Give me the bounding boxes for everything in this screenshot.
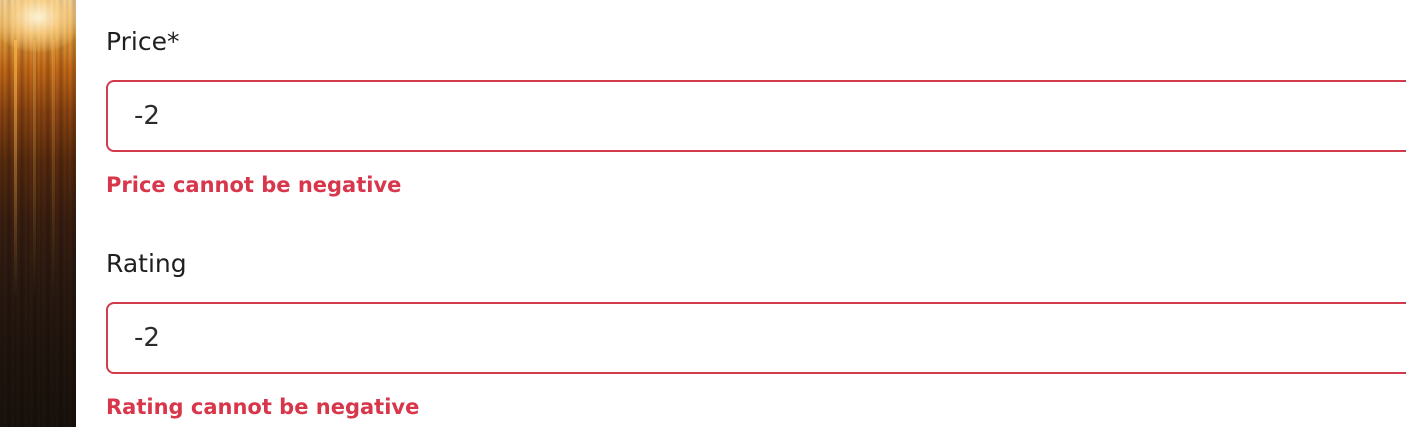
light-streak <box>52 40 55 300</box>
price-error-message: Price cannot be negative <box>106 173 402 197</box>
background-photo-strip <box>0 0 76 427</box>
price-input[interactable]: -2 <box>106 80 1406 152</box>
rating-error-message: Rating cannot be negative <box>106 395 420 419</box>
light-streak <box>14 40 17 300</box>
price-label: Price* <box>106 27 180 56</box>
rating-input[interactable]: -2 <box>106 302 1406 374</box>
rating-label: Rating <box>106 249 187 278</box>
light-streak <box>33 40 36 300</box>
light-glow <box>0 0 76 52</box>
rating-input-value: -2 <box>134 323 160 353</box>
price-input-value: -2 <box>134 101 160 131</box>
